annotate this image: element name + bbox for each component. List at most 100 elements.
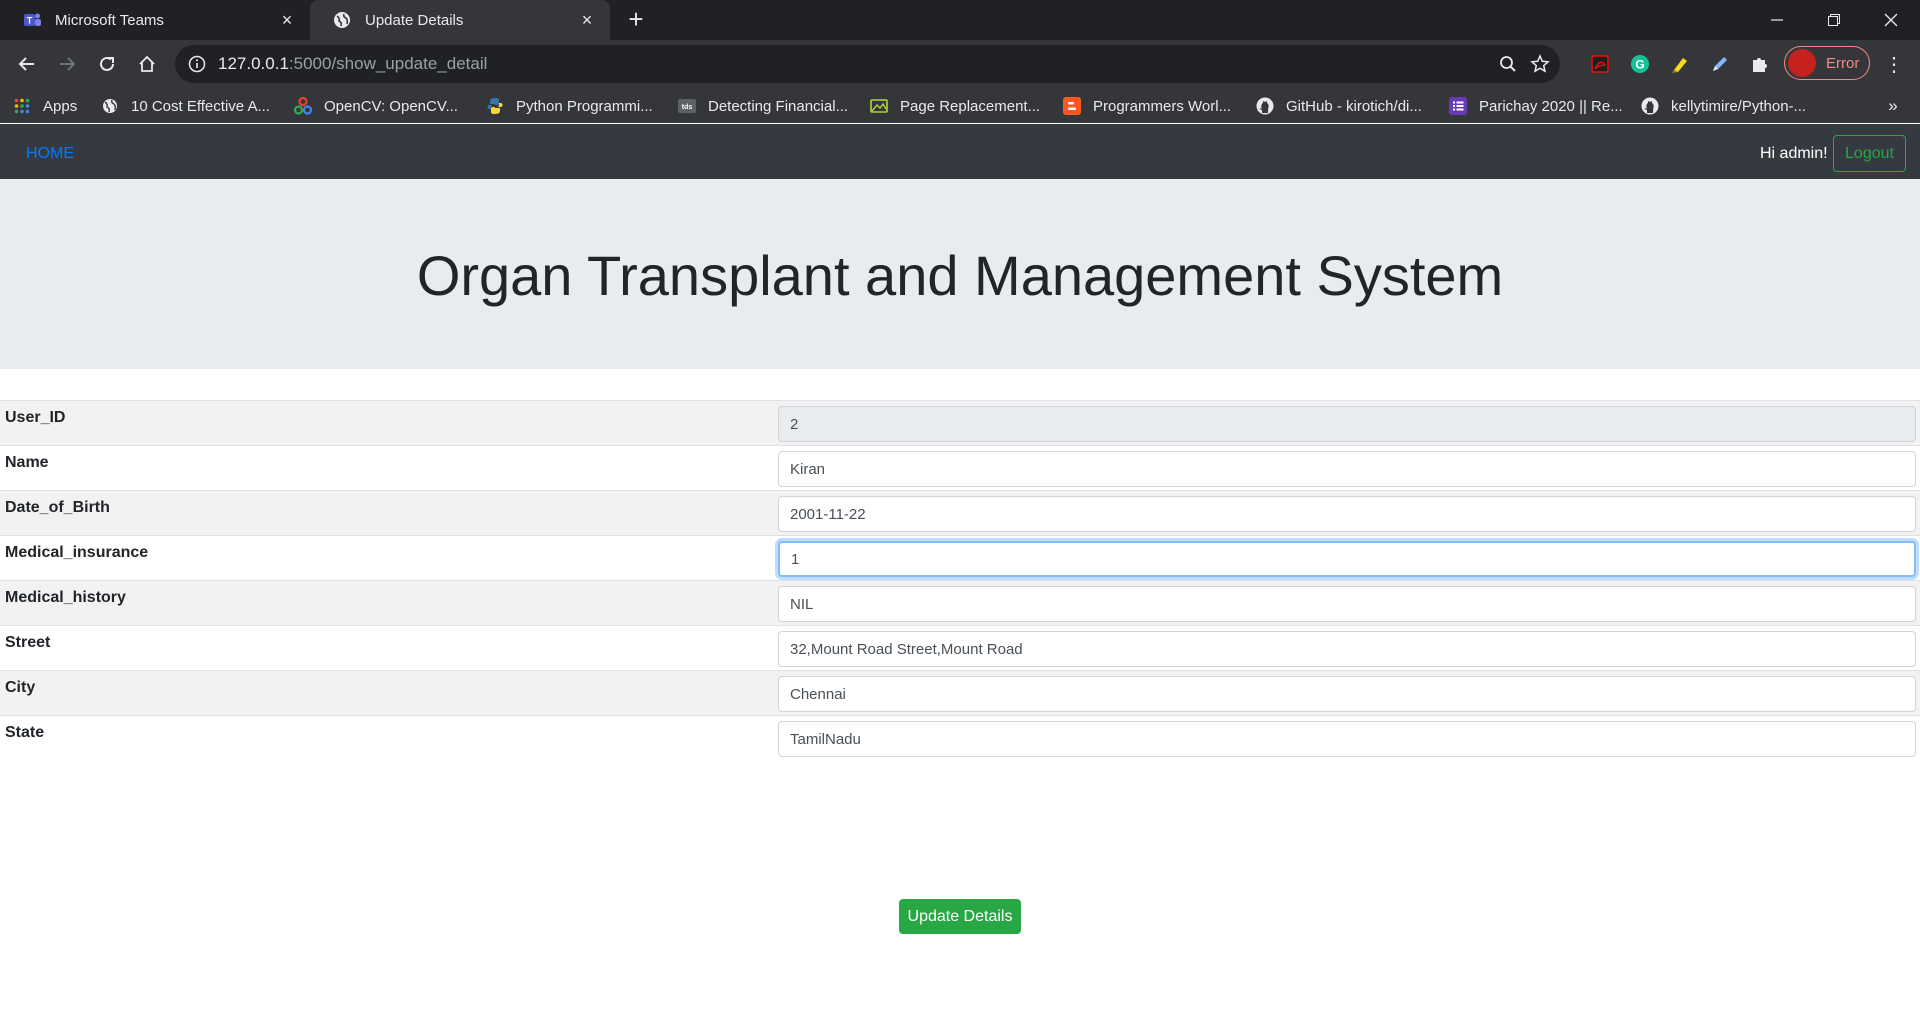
bookmark-item[interactable]: OpenCV: OpenCV... bbox=[294, 93, 458, 119]
form-row-user-id: User_ID bbox=[0, 400, 1920, 445]
close-window-icon[interactable] bbox=[1862, 0, 1920, 40]
pen-extension-icon[interactable] bbox=[1706, 50, 1734, 78]
forward-arrow-icon[interactable] bbox=[53, 50, 81, 78]
profile-button[interactable]: Error bbox=[1784, 46, 1870, 80]
restore-icon[interactable] bbox=[1805, 0, 1863, 40]
bookmark-label: Detecting Financial... bbox=[708, 97, 849, 115]
github-icon bbox=[1641, 97, 1659, 115]
field-label: City bbox=[5, 679, 36, 696]
minimize-icon[interactable] bbox=[1748, 0, 1806, 40]
close-tab-icon[interactable]: × bbox=[578, 11, 596, 29]
form-row-medical-insurance: Medical_insurance bbox=[0, 535, 1920, 580]
profile-status: Error bbox=[1826, 54, 1860, 72]
back-arrow-icon[interactable] bbox=[13, 50, 41, 78]
new-tab-plus-icon[interactable]: + bbox=[622, 6, 650, 34]
opencv-icon bbox=[294, 97, 312, 115]
tab-update-details[interactable]: Update Details × bbox=[310, 0, 610, 40]
browser-menu-icon[interactable]: ⋮ bbox=[1880, 50, 1908, 78]
state-field[interactable] bbox=[778, 721, 1916, 757]
tab-microsoft-teams[interactable]: T Microsoft Teams × bbox=[0, 0, 310, 40]
bookmark-item[interactable]: kellytimire/Python-... bbox=[1641, 93, 1806, 119]
form-row-state: State bbox=[0, 715, 1920, 760]
update-details-button[interactable]: Update Details bbox=[899, 899, 1021, 934]
globe-icon bbox=[101, 97, 119, 115]
svg-text:G: G bbox=[1635, 58, 1644, 72]
globe-icon bbox=[332, 10, 352, 30]
bookmark-item[interactable]: Programmers Worl... bbox=[1063, 93, 1231, 119]
python-icon bbox=[486, 97, 504, 115]
teams-icon: T bbox=[22, 10, 42, 30]
apps-grid-icon bbox=[13, 97, 31, 115]
jumbotron: Organ Transplant and Management System bbox=[0, 179, 1920, 369]
grammarly-icon[interactable]: G bbox=[1626, 50, 1654, 78]
site-info-icon[interactable] bbox=[188, 55, 206, 73]
bookmark-star-icon[interactable] bbox=[1530, 54, 1550, 74]
bookmark-label: OpenCV: OpenCV... bbox=[324, 97, 458, 115]
more-bookmarks-icon[interactable]: » bbox=[1880, 93, 1906, 119]
extensions-puzzle-icon[interactable] bbox=[1746, 50, 1774, 78]
home-link[interactable]: HOME bbox=[26, 145, 74, 163]
svg-text:T: T bbox=[27, 16, 33, 26]
name-field[interactable] bbox=[778, 451, 1916, 487]
field-label: User_ID bbox=[5, 409, 66, 426]
tab-title: Microsoft Teams bbox=[55, 11, 164, 29]
avatar bbox=[1788, 49, 1816, 77]
close-tab-icon[interactable]: × bbox=[278, 11, 296, 29]
bookmark-label: kellytimire/Python-... bbox=[1671, 97, 1807, 115]
form-row-date-of-birth: Date_of_Birth bbox=[0, 490, 1920, 535]
highlighter-icon[interactable] bbox=[1666, 50, 1694, 78]
pdf-extension-icon[interactable] bbox=[1586, 50, 1614, 78]
bookmark-label: Python Programmi... bbox=[516, 97, 653, 115]
tab-title: Update Details bbox=[365, 11, 464, 29]
user-id-field[interactable] bbox=[778, 406, 1916, 442]
list-icon bbox=[1449, 97, 1467, 115]
github-icon bbox=[1256, 97, 1274, 115]
bookmark-label: Programmers Worl... bbox=[1093, 97, 1232, 115]
url-path: :5000/show_update_detail bbox=[288, 54, 488, 73]
bookmark-item[interactable]: 10 Cost Effective A... bbox=[101, 93, 270, 119]
field-label: Medical_insurance bbox=[5, 544, 149, 561]
street-field[interactable] bbox=[778, 631, 1916, 667]
svg-text:tds: tds bbox=[682, 104, 693, 111]
field-label: Street bbox=[5, 634, 51, 651]
bookmark-item[interactable]: GitHub - kirotich/di... bbox=[1256, 93, 1422, 119]
greeting-text: Hi admin! bbox=[1760, 145, 1828, 162]
bookmark-label: GitHub - kirotich/di... bbox=[1286, 97, 1422, 115]
bookmark-apps[interactable]: Apps bbox=[13, 93, 77, 119]
field-label: Name bbox=[5, 454, 49, 471]
tab-strip: T Microsoft Teams × Update Details × + bbox=[0, 0, 1920, 40]
field-label: Medical_history bbox=[5, 589, 126, 606]
site-navbar: HOME Hi admin! Logout bbox=[0, 124, 1920, 179]
bookmark-item[interactable]: Parichay 2020 || Re... bbox=[1449, 93, 1623, 119]
bookmark-label: Page Replacement... bbox=[900, 97, 1041, 115]
bookmarks-bar: Apps 10 Cost Effective A... OpenCV: Open… bbox=[0, 88, 1920, 123]
form-row-name: Name bbox=[0, 445, 1920, 490]
page-title: Organ Transplant and Management System bbox=[416, 244, 1504, 307]
medical-history-field[interactable] bbox=[778, 586, 1916, 622]
field-label: Date_of_Birth bbox=[5, 499, 110, 516]
logout-button[interactable]: Logout bbox=[1833, 135, 1906, 172]
image-icon bbox=[870, 97, 888, 115]
url-text: 127.0.0.1:5000/show_update_detail bbox=[218, 54, 487, 74]
url-host: 127.0.0.1 bbox=[218, 54, 289, 73]
city-field[interactable] bbox=[778, 676, 1916, 712]
bookmark-item[interactable]: Python Programmi... bbox=[486, 93, 653, 119]
bookmark-label: 10 Cost Effective A... bbox=[131, 97, 270, 115]
page-content: HOME Hi admin! Logout Organ Transplant a… bbox=[0, 124, 1920, 1027]
address-bar[interactable]: 127.0.0.1:5000/show_update_detail bbox=[175, 45, 1560, 83]
bookmark-item[interactable]: Page Replacement... bbox=[870, 93, 1040, 119]
browser-toolbar: 127.0.0.1:5000/show_update_detail G Erro… bbox=[0, 40, 1920, 88]
tds-icon: tds bbox=[678, 97, 696, 115]
form-row-medical-history: Medical_history bbox=[0, 580, 1920, 625]
medical-insurance-field[interactable] bbox=[778, 541, 1916, 577]
zoom-icon[interactable] bbox=[1498, 54, 1518, 74]
form-row-city: City bbox=[0, 670, 1920, 715]
form-row-street: Street bbox=[0, 625, 1920, 670]
blogger-icon bbox=[1063, 97, 1081, 115]
bookmark-label: Apps bbox=[43, 97, 78, 115]
bookmark-label: Parichay 2020 || Re... bbox=[1479, 97, 1623, 115]
date-of-birth-field[interactable] bbox=[778, 496, 1916, 532]
home-icon[interactable] bbox=[133, 50, 161, 78]
reload-icon[interactable] bbox=[93, 50, 121, 78]
bookmark-item[interactable]: tds Detecting Financial... bbox=[678, 93, 848, 119]
